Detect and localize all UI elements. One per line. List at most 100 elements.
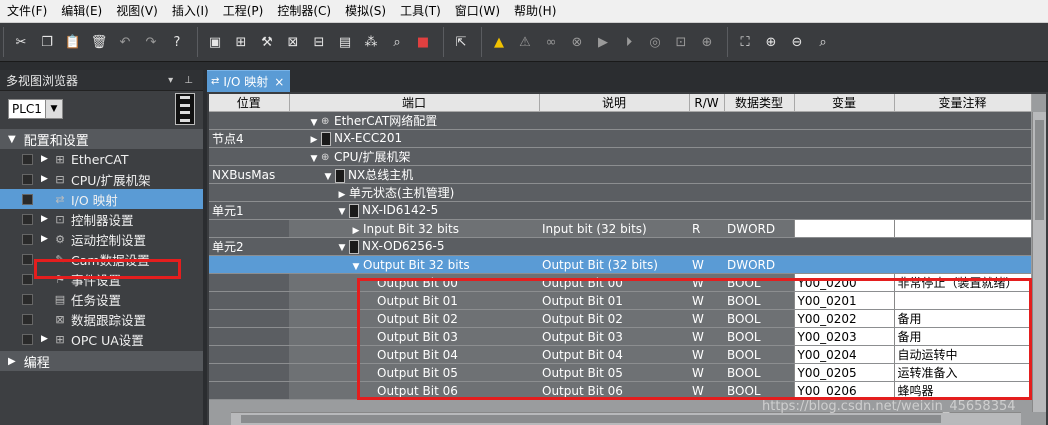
expand-right-icon[interactable]: ▶ <box>8 356 16 367</box>
table-row[interactable]: Output Bit 01 Output Bit 01 W BOOL Y00_0201 <box>209 291 1031 310</box>
expand-down-icon[interactable]: ▼ <box>335 243 349 253</box>
fit-icon[interactable]: ⛶ <box>734 31 756 53</box>
glasses-icon[interactable]: ∞ <box>540 31 562 53</box>
menu-item[interactable]: 工具(T) <box>393 0 448 22</box>
tree-item[interactable]: ⇄ I/O 映射 <box>0 189 203 209</box>
pin-icon[interactable]: ▾ ⊥ <box>168 75 197 86</box>
chevron-down-icon[interactable]: ▼ <box>44 100 62 118</box>
cell-variable-comment[interactable]: 运转准备入 <box>893 363 1031 382</box>
expand-right-icon[interactable]: ▶ <box>335 190 349 200</box>
column-header[interactable]: 位置 <box>209 94 290 112</box>
cell-variable-comment[interactable]: 自动运转中 <box>893 345 1031 364</box>
compare-icon[interactable]: ⊠ <box>282 31 304 53</box>
cell-variable[interactable]: Y00_0201 <box>793 291 894 310</box>
expand-down-icon[interactable]: ▼ <box>8 134 16 145</box>
menu-item[interactable]: 编辑(E) <box>54 0 109 22</box>
online-icon[interactable]: ⇱ <box>450 31 472 53</box>
table-row[interactable]: Output Bit 03 Output Bit 03 W BOOL Y00_0203 备… <box>209 327 1031 346</box>
watch-icon[interactable]: ⁂ <box>360 31 382 53</box>
cross-reference-icon[interactable]: ⊟ <box>308 31 330 53</box>
table-row[interactable]: ▶ Input Bit 32 bits Input bit (32 bits) R DW… <box>209 219 1031 238</box>
tree-item[interactable]: ▶ ⊡ 控制器设置 <box>0 209 203 229</box>
tree-item[interactable]: ✎ Cam数据设置 <box>0 249 203 269</box>
tree-item[interactable]: ⊠ 数据跟踪设置 <box>0 309 203 329</box>
close-icon[interactable]: × <box>274 75 284 89</box>
table-row[interactable]: ▶ 单元状态(主机管理) <box>209 183 1031 202</box>
zoom-out-icon[interactable]: ⊖ <box>786 31 808 53</box>
expand-right-icon[interactable]: ▶ <box>307 135 321 145</box>
stop-icon[interactable]: ■ <box>412 31 434 53</box>
glasses-cancel-icon[interactable]: ⊗ <box>566 31 588 53</box>
reset-icon[interactable]: ◎ <box>644 31 666 53</box>
column-header[interactable]: R/W <box>689 94 725 112</box>
table-icon[interactable]: ▤ <box>334 31 356 53</box>
tree-item[interactable]: ▶ ⊞ OPC UA设置 <box>0 329 203 349</box>
tree-item[interactable]: ▤ 任务设置 <box>0 289 203 309</box>
table-row[interactable]: ▼ ⊕ EtherCAT网络配置 <box>209 111 1031 130</box>
step-icon[interactable]: ▶ <box>592 31 614 53</box>
vertical-scrollbar[interactable] <box>1032 112 1046 412</box>
expand-right-icon[interactable]: ▶ <box>41 174 53 184</box>
zoom-in-icon[interactable]: ⊕ <box>760 31 782 53</box>
layout-icon[interactable]: ⊞ <box>230 31 252 53</box>
cut-icon[interactable]: ✂ <box>10 31 32 53</box>
table-row[interactable]: 单元1 ▼ NX-ID6142-5 <box>209 201 1031 220</box>
help-icon[interactable]: ? <box>166 31 188 53</box>
expand-down-icon[interactable]: ▼ <box>321 172 335 182</box>
expand-right-icon[interactable]: ▶ <box>349 226 363 236</box>
cell-variable[interactable] <box>793 219 894 238</box>
table-row[interactable]: Output Bit 00 Output Bit 00 W BOOL Y00_0200 非… <box>209 273 1031 292</box>
cell-variable[interactable]: Y00_0204 <box>793 345 894 364</box>
cell-variable[interactable]: Y00_0206 <box>793 381 894 400</box>
column-header[interactable]: 数据类型 <box>724 94 795 112</box>
cell-variable[interactable]: Y00_0203 <box>793 327 894 346</box>
menu-item[interactable]: 插入(I) <box>165 0 216 22</box>
expand-right-icon[interactable]: ▶ <box>41 234 53 244</box>
cell-variable-comment[interactable]: 蜂鸣器 <box>893 381 1031 400</box>
copy-icon[interactable]: ❐ <box>36 31 58 53</box>
table-row[interactable]: NXBusMas ▼ NX总线主机 <box>209 165 1031 184</box>
cell-variable-comment[interactable] <box>893 291 1031 310</box>
menu-item[interactable]: 视图(V) <box>109 0 165 22</box>
column-header[interactable]: 说明 <box>539 94 690 112</box>
expand-right-icon[interactable]: ▶ <box>41 334 53 344</box>
expand-down-icon[interactable]: ▼ <box>307 154 321 164</box>
delete-icon[interactable]: 🗑 <box>88 31 110 53</box>
monitor-icon[interactable]: ⚠ <box>514 31 536 53</box>
table-row[interactable]: 单元2 ▼ NX-OD6256-5 <box>209 237 1031 256</box>
simulation-icon[interactable]: ⊡ <box>670 31 692 53</box>
menu-item[interactable]: 文件(F) <box>0 0 54 22</box>
undo-icon[interactable]: ↶ <box>114 31 136 53</box>
menu-item[interactable]: 工程(P) <box>216 0 271 22</box>
cell-variable-comment[interactable]: 备用 <box>893 327 1031 346</box>
tree-section-config[interactable]: ▼ 配置和设置 <box>0 129 203 149</box>
zoom-reset-icon[interactable]: ⌕ <box>812 31 834 53</box>
tree-item[interactable]: ▶ ⊟ CPU/扩展机架 <box>0 169 203 189</box>
menu-item[interactable]: 帮助(H) <box>507 0 563 22</box>
paste-icon[interactable]: 📋 <box>62 31 84 53</box>
cell-variable-comment[interactable]: 备用 <box>893 309 1031 328</box>
expand-down-icon[interactable]: ▼ <box>307 118 321 128</box>
menu-item[interactable]: 控制器(C) <box>270 0 338 22</box>
tree-section-programming[interactable]: ▶ 编程 <box>0 351 203 371</box>
expand-down-icon[interactable]: ▼ <box>349 262 363 272</box>
table-row[interactable]: Output Bit 06 Output Bit 06 W BOOL Y00_0206 蜂… <box>209 381 1031 400</box>
run-icon[interactable]: ⏵ <box>618 31 640 53</box>
redo-icon[interactable]: ↷ <box>140 31 162 53</box>
expand-right-icon[interactable]: ▶ <box>41 154 53 164</box>
cell-variable-comment[interactable] <box>893 219 1031 238</box>
menu-item[interactable]: 模拟(S) <box>338 0 393 22</box>
plc-select[interactable]: PLC1 ▼ <box>8 99 63 119</box>
tree-item[interactable]: ⚑ 事件设置 <box>0 269 203 289</box>
tree-item[interactable]: ▶ ⚙ 运动控制设置 <box>0 229 203 249</box>
column-header[interactable]: 端口 <box>289 94 540 112</box>
table-row[interactable]: Output Bit 02 Output Bit 02 W BOOL Y00_0202 备… <box>209 309 1031 328</box>
menu-item[interactable]: 窗口(W) <box>448 0 507 22</box>
table-row[interactable]: 节点4 ▶ NX-ECC201 <box>209 129 1031 148</box>
build-icon[interactable]: ⚒ <box>256 31 278 53</box>
cell-variable[interactable]: Y00_0205 <box>793 363 894 382</box>
cell-variable[interactable]: Y00_0200 <box>793 273 894 292</box>
expand-right-icon[interactable]: ▶ <box>41 214 53 224</box>
settings-icon[interactable]: ⊕ <box>696 31 718 53</box>
warning-icon[interactable]: ▲ <box>488 31 510 53</box>
